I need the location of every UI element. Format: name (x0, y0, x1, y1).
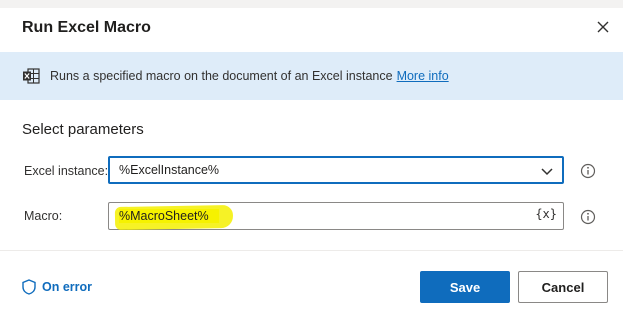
insert-variable-button[interactable]: {x} (535, 207, 557, 221)
footer-divider (0, 250, 623, 251)
macro-value: %MacroSheet% (119, 209, 219, 223)
macro-input[interactable]: %MacroSheet% {x} (108, 202, 564, 230)
excel-instance-value: %ExcelInstance% (119, 163, 220, 177)
excel-instance-help-icon[interactable] (580, 163, 596, 179)
info-bar: Runs a specified macro on the document o… (0, 52, 623, 100)
excel-icon (23, 68, 40, 84)
close-icon (597, 21, 609, 33)
more-info-link[interactable]: More info (397, 69, 449, 83)
section-title: Select parameters (22, 121, 144, 138)
close-button[interactable] (592, 16, 614, 38)
excel-instance-label: Excel instance: (24, 164, 109, 178)
chevron-down-icon (541, 168, 553, 176)
dialog-title: Run Excel Macro (22, 19, 151, 36)
background-window-strip (0, 0, 623, 8)
cancel-button[interactable]: Cancel (518, 271, 608, 303)
save-button[interactable]: Save (420, 271, 510, 303)
excel-instance-dropdown[interactable]: %ExcelInstance% (108, 156, 564, 184)
on-error-button[interactable]: On error (22, 279, 92, 295)
macro-label: Macro: (24, 209, 63, 223)
macro-help-icon[interactable] (580, 209, 596, 225)
on-error-label: On error (42, 280, 93, 294)
info-text: Runs a specified macro on the document o… (50, 69, 393, 83)
shield-icon (22, 279, 36, 295)
